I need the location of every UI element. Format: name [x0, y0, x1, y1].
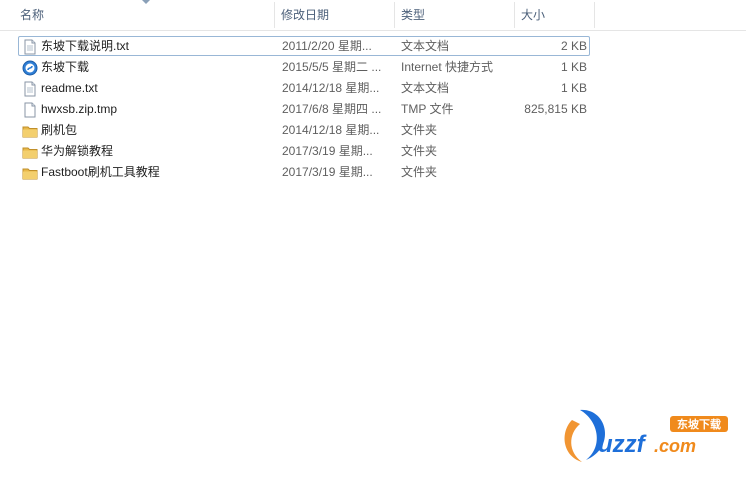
- file-date: 2017/6/8 星期四 ...: [282, 102, 382, 116]
- file-type: 文件夹: [401, 165, 438, 179]
- column-header-name[interactable]: 名称: [20, 0, 44, 30]
- file-date: 2014/12/18 星期...: [282, 81, 380, 95]
- file-type: 文件夹: [401, 123, 438, 137]
- file-size: [509, 121, 587, 141]
- svg-text:.com: .com: [654, 436, 696, 456]
- column-header-date[interactable]: 修改日期: [281, 0, 329, 30]
- file-type: 文本文档: [401, 39, 450, 53]
- file-name: 华为解锁教程: [41, 144, 114, 158]
- file-row[interactable]: Fastboot刷机工具教程 2017/3/19 星期... 文件夹: [18, 162, 590, 182]
- column-divider[interactable]: [594, 2, 595, 28]
- file-name: readme.txt: [41, 81, 98, 95]
- file-row[interactable]: 东坡下载说明.txt 2011/2/20 星期... 文本文档 2 KB: [18, 36, 590, 56]
- column-divider[interactable]: [514, 2, 515, 28]
- svg-text:东坡下载: 东坡下载: [677, 417, 721, 431]
- file-type: 文件夹: [401, 144, 438, 158]
- column-header-type[interactable]: 类型: [401, 0, 425, 30]
- file-row[interactable]: 华为解锁教程 2017/3/19 星期... 文件夹: [18, 141, 590, 161]
- column-header-size[interactable]: 大小: [521, 0, 545, 30]
- file-name: Fastboot刷机工具教程: [41, 165, 160, 179]
- column-divider[interactable]: [274, 2, 275, 28]
- file-name: 东坡下载: [41, 60, 90, 74]
- file-size: 1 KB: [560, 60, 587, 74]
- file-name: 东坡下载说明.txt: [41, 39, 130, 53]
- file-date: 2015/5/5 星期二 ...: [282, 60, 382, 74]
- file-size: [509, 142, 587, 162]
- file-size: [509, 163, 587, 183]
- file-size: 1 KB: [560, 81, 587, 95]
- file-row[interactable]: 刷机包 2014/12/18 星期... 文件夹: [18, 120, 590, 140]
- blank-file-icon: [24, 102, 36, 118]
- file-date: 2011/2/20 星期...: [282, 39, 372, 53]
- folder-icon: [22, 147, 38, 159]
- file-type: 文本文档: [401, 81, 450, 95]
- folder-icon: [22, 126, 38, 138]
- internet-shortcut-icon: [22, 60, 38, 76]
- sort-ascending-icon: [142, 0, 150, 4]
- folder-icon: [22, 168, 38, 180]
- file-row[interactable]: readme.txt 2014/12/18 星期... 文本文档 1 KB: [18, 78, 590, 98]
- file-type: Internet 快捷方式: [401, 60, 494, 74]
- file-size: 2 KB: [560, 39, 587, 53]
- file-size: 825,815 KB: [524, 102, 587, 116]
- file-name: hwxsb.zip.tmp: [41, 102, 118, 116]
- file-name: 刷机包: [41, 123, 78, 137]
- svg-text:uzzf: uzzf: [598, 431, 647, 458]
- column-divider[interactable]: [394, 2, 395, 28]
- file-type: TMP 文件: [401, 102, 454, 116]
- file-row[interactable]: hwxsb.zip.tmp 2017/6/8 星期四 ... TMP 文件 82…: [18, 99, 590, 119]
- file-date: 2017/3/19 星期...: [282, 144, 373, 158]
- file-date: 2017/3/19 星期...: [282, 165, 373, 179]
- text-file-icon: [24, 81, 36, 97]
- file-row[interactable]: 东坡下载 2015/5/5 星期二 ... Internet 快捷方式 1 KB: [18, 57, 590, 77]
- text-file-icon: [24, 39, 36, 55]
- uzzf-logo-watermark: uzzf .com 东坡下载: [564, 409, 728, 462]
- column-header-bar: 名称 修改日期 类型 大小: [0, 0, 746, 31]
- file-date: 2014/12/18 星期...: [282, 123, 380, 137]
